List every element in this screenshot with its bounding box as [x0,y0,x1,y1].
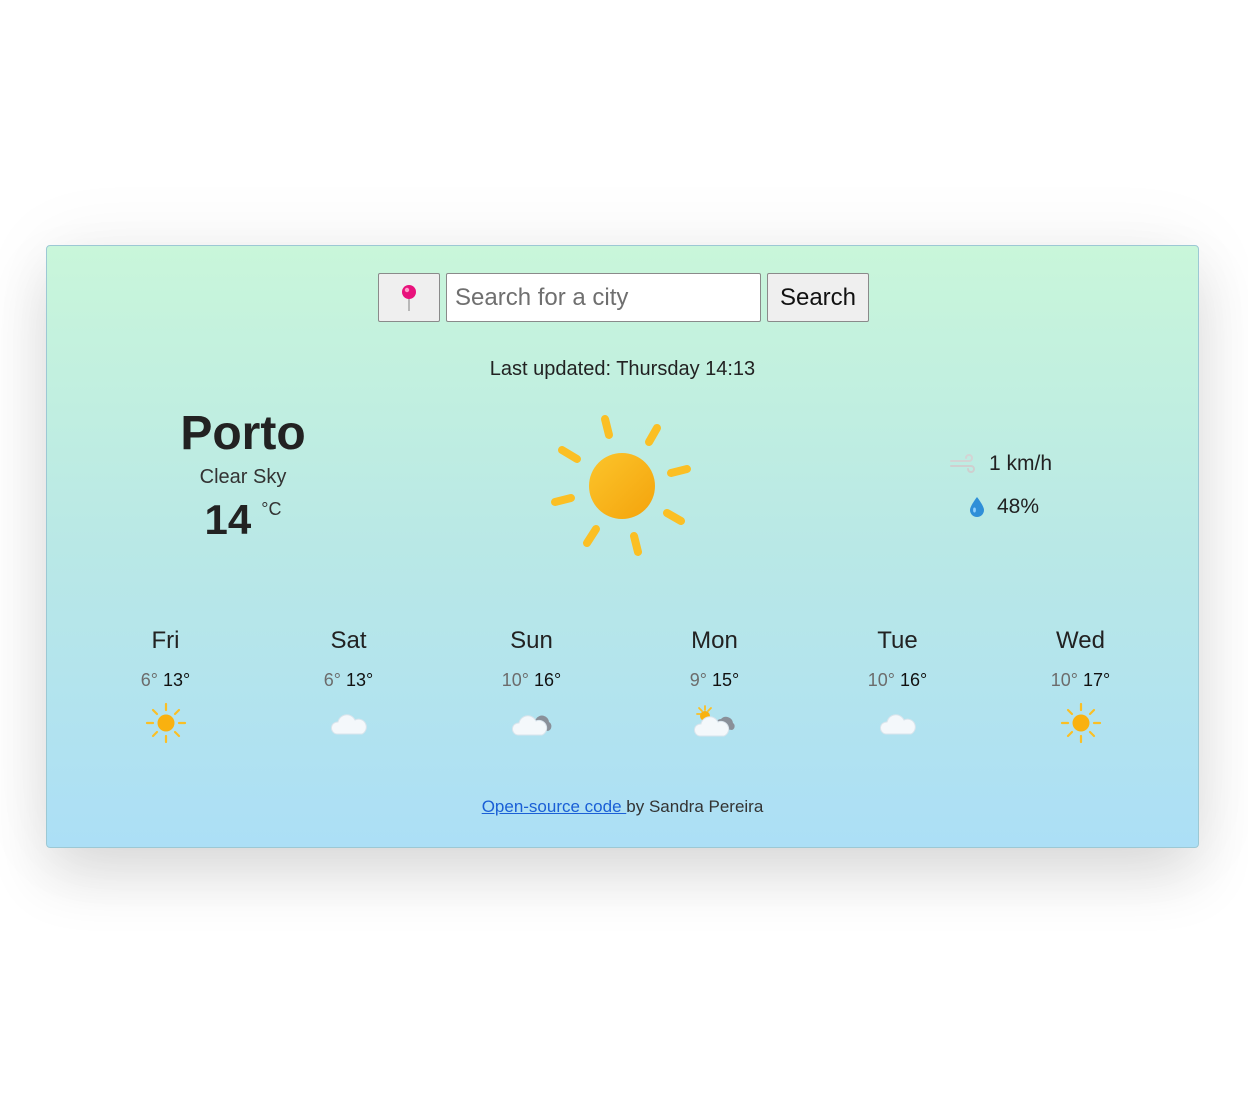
pushpin-icon [402,284,416,311]
city-search-input[interactable] [446,273,761,322]
forecast-temps: 10° 16° [440,670,623,694]
weather-stats: 1 km/h 48% [949,449,1052,522]
open-source-code-link[interactable]: Open-source code [482,797,627,816]
forecast-temps: 9° 15° [623,670,806,694]
forecast-min-temp: 10° [501,670,529,690]
forecast-day: Mon 9° 15° [623,624,806,749]
forecast-day-name: Sun [510,627,553,654]
current-location-button[interactable] [378,273,440,322]
forecast-max-temp: 16° [534,670,562,690]
forecast-temps: 10° 17° [989,670,1172,694]
cloud-icon [879,714,916,735]
forecast-min-temp: 6° [140,670,158,690]
sun-icon [551,415,691,556]
sun-icon [1060,702,1101,744]
forecast-day-name: Wed [1056,627,1105,654]
wind-speed-value: 1 km/h [989,452,1053,475]
humidity-value: 48% [997,495,1040,518]
forecast-day: Wed 10° 17° [989,624,1172,749]
forecast-temps: 6° 13° [74,670,257,694]
weather-app-card: Search Last updated: Thursday 14:13 Port… [46,245,1199,848]
forecast-day: Sat 6° 13° [257,624,440,749]
forecast-day: Fri 6° 13° [74,624,257,749]
wind-speed: 1 km/h [949,449,1052,479]
cloud-icon [330,714,367,735]
forecast-min-temp: 6° [323,670,341,690]
wind-icon [950,454,975,473]
forecast-day-name: Sat [330,627,367,654]
forecast-day-name: Mon [691,627,738,654]
forecast-max-temp: 15° [712,670,740,690]
temperature-unit: °C [261,499,282,519]
partly-cloudy-icon [693,705,735,737]
water-drop-icon [970,497,984,517]
search-button[interactable]: Search [767,273,869,322]
forecast-day: Tue 10° 16° [806,624,989,749]
current-weather-summary: Porto Clear Sky 14 °C [143,406,343,543]
city-name: Porto [180,407,306,460]
cloudy-icon [511,715,551,736]
forecast-max-temp: 13° [346,670,374,690]
forecast-min-temp: 9° [689,670,707,690]
sun-icon [145,702,186,744]
forecast-temps: 6° 13° [257,670,440,694]
search-form: Search [378,273,869,322]
temperature-value: 14 [204,496,252,543]
forecast-max-temp: 13° [163,670,191,690]
last-updated-text: Last updated: Thursday 14:13 [489,358,756,380]
weather-condition: Clear Sky [199,466,287,488]
forecast-day: Sun 10° 16° [440,624,623,749]
temperature-display: 14 °C [143,497,343,543]
forecast-max-temp: 17° [1083,670,1111,690]
forecast-list: Fri 6° 13° Sat 6° 13° Sun 10° 16° Mon 9°… [74,624,1174,749]
forecast-max-temp: 16° [900,670,928,690]
forecast-temps: 10° 16° [806,670,989,694]
footer-author: by Sandra Pereira [626,797,764,816]
footer: Open-source code by Sandra Pereira [47,797,1198,817]
forecast-day-name: Tue [877,627,918,654]
forecast-min-temp: 10° [1050,670,1078,690]
forecast-min-temp: 10° [867,670,895,690]
humidity: 48% [949,492,1052,522]
forecast-day-name: Fri [151,627,180,654]
